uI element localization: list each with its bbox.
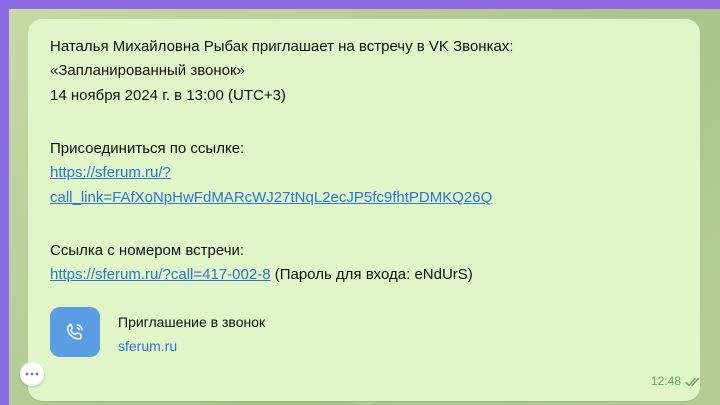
meeting-number-link[interactable]: https://sferum.ru/?call=417-002-8 xyxy=(50,266,271,283)
phone-call-glyph xyxy=(66,323,83,340)
message-time: 12:48 xyxy=(651,374,682,388)
message-line-call-title: «Запланированный звонок» xyxy=(50,62,245,79)
preview-title[interactable]: Приглашение в звонок xyxy=(118,314,265,330)
message-line-inviter: Наталья Михайловна Рыбак приглашает на в… xyxy=(50,38,514,55)
meeting-number-row: https://sferum.ru/?call=417-002-8 (Парол… xyxy=(50,265,473,285)
meeting-number-label: Ссылка с номером встречи: xyxy=(50,242,245,259)
preview-domain[interactable]: sferum.ru xyxy=(118,338,177,354)
phone-call-icon[interactable] xyxy=(50,307,100,357)
more-options-button[interactable] xyxy=(20,362,44,386)
message-line-datetime: 14 ноября 2024 г. в 13:00 (UTC+3) xyxy=(50,87,286,104)
dots-icon xyxy=(25,372,39,376)
join-link-line1[interactable]: https://sferum.ru/? xyxy=(50,163,171,183)
join-link-line2[interactable]: call_link=FAfXoNpHwFdMARcWJ27tNqL2ecJP5f… xyxy=(50,188,492,208)
join-label: Присоединиться по ссылке: xyxy=(50,140,245,157)
double-check-icon xyxy=(685,375,703,393)
password-text: (Пароль для входа: eNdUrS) xyxy=(270,266,473,283)
